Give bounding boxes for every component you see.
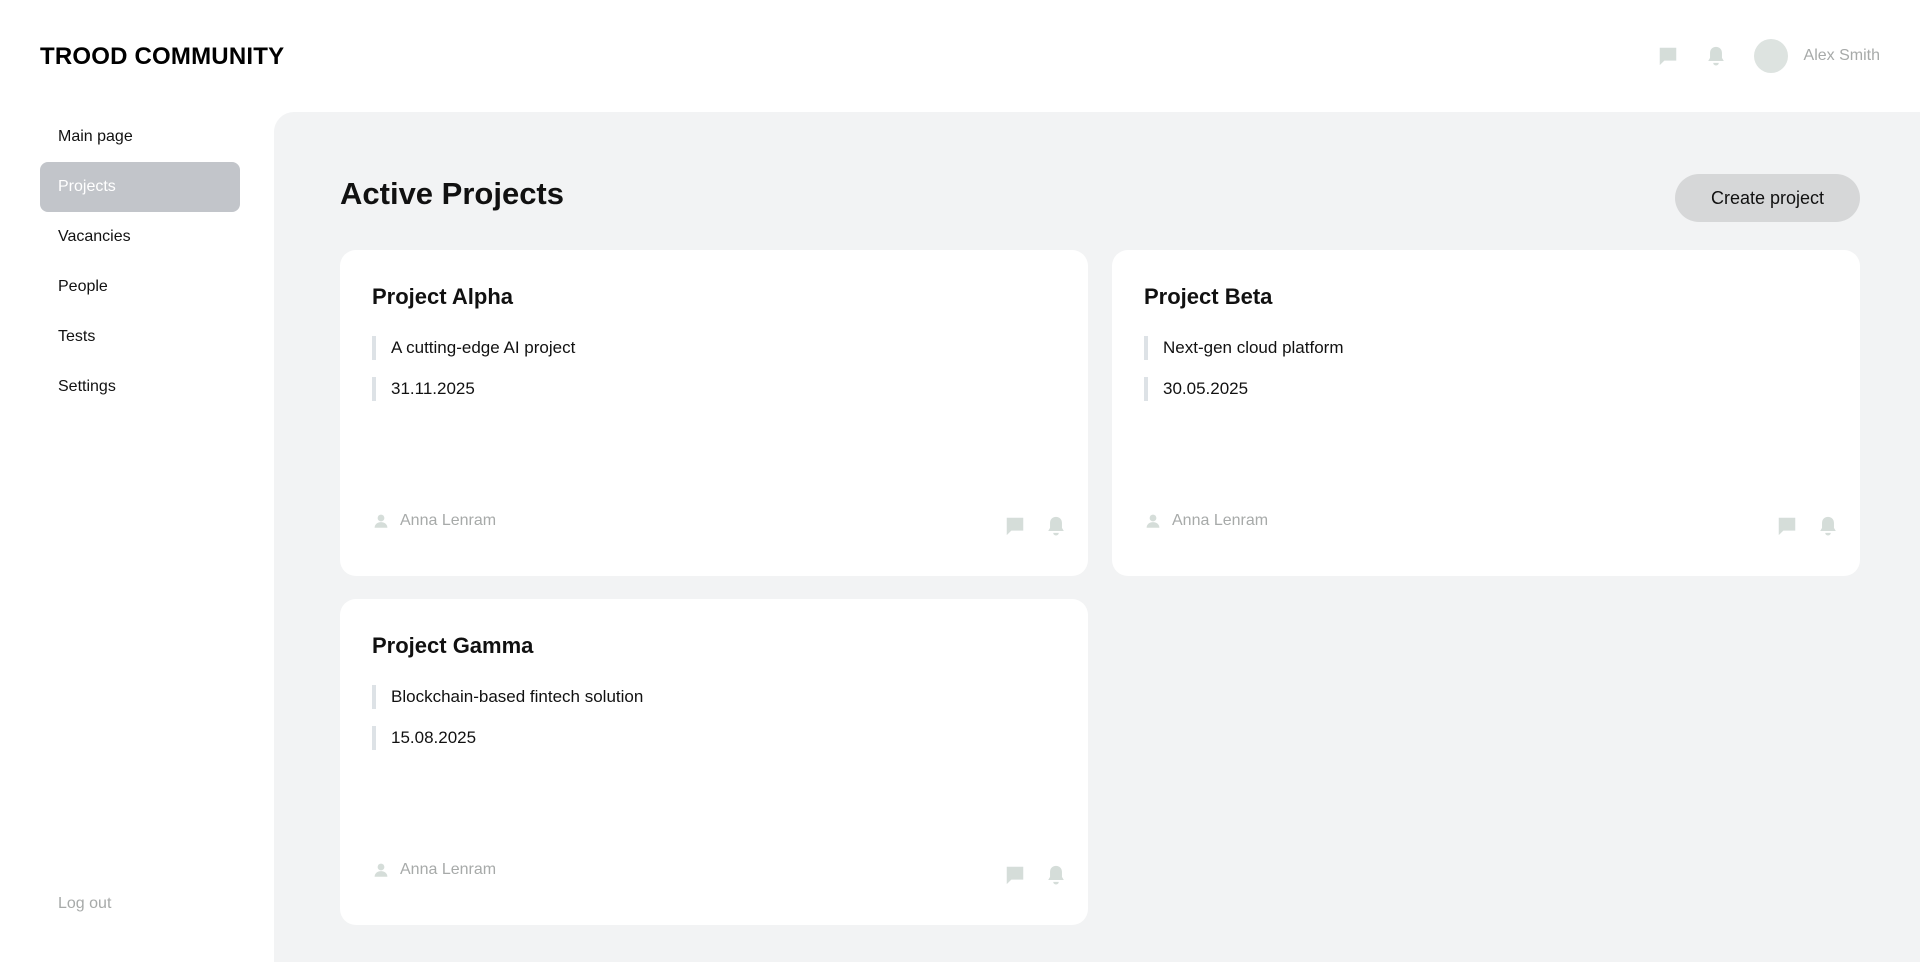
project-owner: Anna Lenram: [372, 861, 496, 879]
sidebar-item-label: People: [58, 278, 108, 295]
owner-name: Anna Lenram: [400, 512, 497, 529]
main-content: Active Projects Create project Project A…: [274, 112, 1920, 962]
bell-icon[interactable]: [1704, 44, 1728, 68]
card-actions: [1003, 514, 1068, 538]
sidebar-item-settings[interactable]: Settings: [40, 362, 240, 412]
chat-icon[interactable]: [1003, 863, 1027, 887]
user-icon: [1144, 512, 1162, 530]
chat-icon[interactable]: [1003, 514, 1027, 538]
chat-icon[interactable]: [1656, 44, 1680, 68]
sidebar-item-tests[interactable]: Tests: [40, 312, 240, 362]
sidebar-item-main-page[interactable]: Main page: [40, 112, 240, 162]
card-actions: [1003, 863, 1068, 887]
bell-icon[interactable]: [1044, 863, 1068, 887]
logout-link[interactable]: Log out: [58, 895, 111, 913]
sidebar-item-label: Vacancies: [58, 228, 131, 245]
page-title: Active Projects: [340, 176, 564, 211]
sidebar-item-projects[interactable]: Projects: [40, 162, 240, 212]
project-title[interactable]: Project Gamma: [372, 633, 533, 659]
project-title[interactable]: Project Beta: [1144, 284, 1272, 310]
user-name[interactable]: Alex Smith: [1804, 47, 1880, 65]
sidebar-nav: Main page Projects Vacancies People Test…: [40, 112, 240, 412]
sidebar-item-label: Main page: [58, 128, 133, 145]
chat-icon[interactable]: [1775, 514, 1799, 538]
owner-name: Anna Lenram: [400, 861, 497, 878]
project-owner: Anna Lenram: [1144, 512, 1268, 530]
app-root: TROOD COMMUNITY Alex Smith Main page Pro…: [0, 0, 1920, 962]
card-actions: [1775, 514, 1840, 538]
project-owner: Anna Lenram: [372, 512, 496, 530]
user-icon: [372, 861, 390, 879]
project-date: 30.05.2025: [1144, 377, 1248, 401]
bell-icon[interactable]: [1816, 514, 1840, 538]
top-header: TROOD COMMUNITY Alex Smith: [0, 0, 1920, 112]
user-icon: [372, 512, 390, 530]
header-actions: Alex Smith: [1656, 38, 1880, 74]
app-logo[interactable]: TROOD COMMUNITY: [40, 43, 284, 71]
sidebar-item-people[interactable]: People: [40, 262, 240, 312]
project-description: Blockchain-based fintech solution: [372, 685, 643, 709]
sidebar-item-label: Projects: [58, 178, 116, 195]
sidebar-item-label: Tests: [58, 328, 96, 345]
sidebar: Main page Projects Vacancies People Test…: [0, 112, 274, 962]
project-date: 15.08.2025: [372, 726, 476, 750]
sidebar-item-vacancies[interactable]: Vacancies: [40, 212, 240, 262]
project-card-gamma[interactable]: Project Gamma Blockchain-based fintech s…: [340, 599, 1088, 925]
create-project-button[interactable]: Create project: [1675, 174, 1860, 222]
project-title[interactable]: Project Alpha: [372, 284, 513, 310]
owner-name: Anna Lenram: [1172, 512, 1269, 529]
bell-icon[interactable]: [1044, 514, 1068, 538]
project-date: 31.11.2025: [372, 377, 475, 401]
project-card-alpha[interactable]: Project Alpha A cutting-edge AI project …: [340, 250, 1088, 576]
project-card-beta[interactable]: Project Beta Next-gen cloud platform 30.…: [1112, 250, 1860, 576]
sidebar-item-label: Settings: [58, 378, 116, 395]
project-description: A cutting-edge AI project: [372, 336, 575, 360]
user-avatar[interactable]: [1753, 39, 1788, 73]
project-description: Next-gen cloud platform: [1144, 336, 1343, 360]
